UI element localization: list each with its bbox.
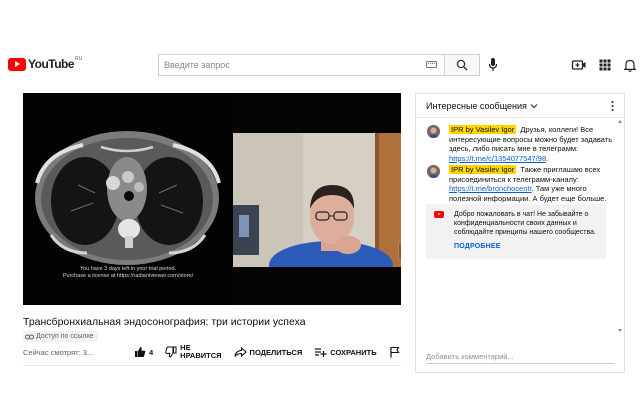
dislike-label: НЕ НРАВИТСЯ [180, 344, 221, 360]
trial-line-1: You have 3 days left in your trial perio… [79, 266, 177, 272]
like-count: 4 [149, 347, 154, 357]
trial-watermark: You have 3 days left in your trial perio… [43, 266, 213, 280]
save-button[interactable]: СОХРАНИТЬ [314, 346, 377, 358]
access-badge: Доступ по ссылке [23, 331, 98, 342]
avatar[interactable] [427, 165, 440, 178]
webcam-overlay [233, 133, 401, 267]
author-avatar-image [427, 125, 440, 138]
video-title: Трансбронхиальная эндосонография: три ис… [23, 316, 306, 328]
video-player[interactable]: You have 3 days left in your trial perio… [23, 93, 401, 305]
flag-icon [389, 346, 400, 358]
youtube-play-icon [8, 57, 26, 71]
save-label: СОХРАНИТЬ [330, 347, 377, 357]
learn-more-link[interactable]: ПОДРОБНЕЕ [454, 243, 501, 250]
like-button[interactable]: 4 [134, 346, 153, 358]
apps-grid-icon[interactable] [597, 57, 613, 73]
live-viewers: Сейчас смотрят: 3... [23, 348, 94, 357]
share-button[interactable]: ПОДЕЛИТЬСЯ [233, 346, 303, 358]
presenter-video [233, 133, 401, 267]
logo-text: YouTube [28, 57, 75, 71]
playlist-add-icon [315, 348, 327, 357]
access-label: Доступ по ссылке [36, 333, 94, 340]
chat-author[interactable]: IPR by Vasilev Igor [449, 165, 517, 174]
create-video-icon[interactable] [571, 57, 587, 73]
chat-scrollbar[interactable] [617, 118, 623, 334]
thumbs-up-icon [135, 347, 146, 357]
chat-welcome-card: Добро пожаловать в чат! Не забывайте о к… [426, 204, 606, 259]
meta-divider [23, 365, 401, 366]
search-button[interactable] [444, 54, 480, 76]
share-arrow-icon [233, 346, 247, 358]
search-icon [456, 59, 468, 71]
logo-region: RU [75, 56, 83, 62]
chat-header: Интересные сообщения [416, 94, 624, 118]
link-icon [25, 334, 34, 339]
chat-mode-selector[interactable]: Интересные сообщения [426, 101, 527, 111]
chat-message: IPR by Vasilev Igor Также приглашаю всех… [427, 165, 613, 203]
youtube-icon [434, 211, 444, 218]
youtube-logo[interactable]: YouTube RU [8, 56, 83, 71]
search-input[interactable] [158, 54, 445, 76]
microphone-icon[interactable] [486, 57, 500, 73]
thumbs-down-icon [165, 346, 177, 358]
live-chat-panel: Интересные сообщения IPR by Vasilev Igor… [415, 93, 625, 373]
keyboard-icon[interactable] [426, 61, 437, 68]
chat-message-link[interactable]: https://t.me/c/1354077547/98 [449, 154, 546, 163]
chat-input[interactable]: Добавить комментарий... [426, 352, 614, 364]
more-options-icon[interactable] [611, 100, 614, 112]
share-label: ПОДЕЛИТЬСЯ [249, 347, 303, 357]
author-avatar-image [427, 165, 440, 178]
search-box [158, 54, 480, 76]
chat-message-link[interactable]: https://t.me/bronchocentr [449, 184, 532, 193]
dislike-label-line2: НРАВИТСЯ [180, 351, 222, 360]
trial-line-2: Purchase a license at https://radiantvie… [62, 273, 194, 279]
video-actions: 4 НЕ НРАВИТСЯ ПОДЕЛИТЬСЯ СОХРАНИТЬ [134, 342, 415, 362]
dislike-button[interactable]: НЕ НРАВИТСЯ [165, 344, 222, 360]
report-button[interactable] [389, 346, 403, 358]
camera-badge-icon [398, 242, 401, 260]
notifications-bell-icon[interactable] [622, 57, 638, 73]
avatar[interactable] [427, 125, 440, 138]
masthead: YouTube RU [0, 44, 640, 84]
chat-message-tail: . [546, 153, 549, 163]
chat-author[interactable]: IPR by Vasilev Igor [449, 125, 517, 134]
welcome-text: Добро пожаловать в чат! Не забывайте о к… [454, 211, 596, 236]
chat-message: IPR by Vasilev Igor Друзья, коллеги! Все… [427, 125, 613, 163]
chevron-down-icon[interactable] [530, 103, 538, 109]
